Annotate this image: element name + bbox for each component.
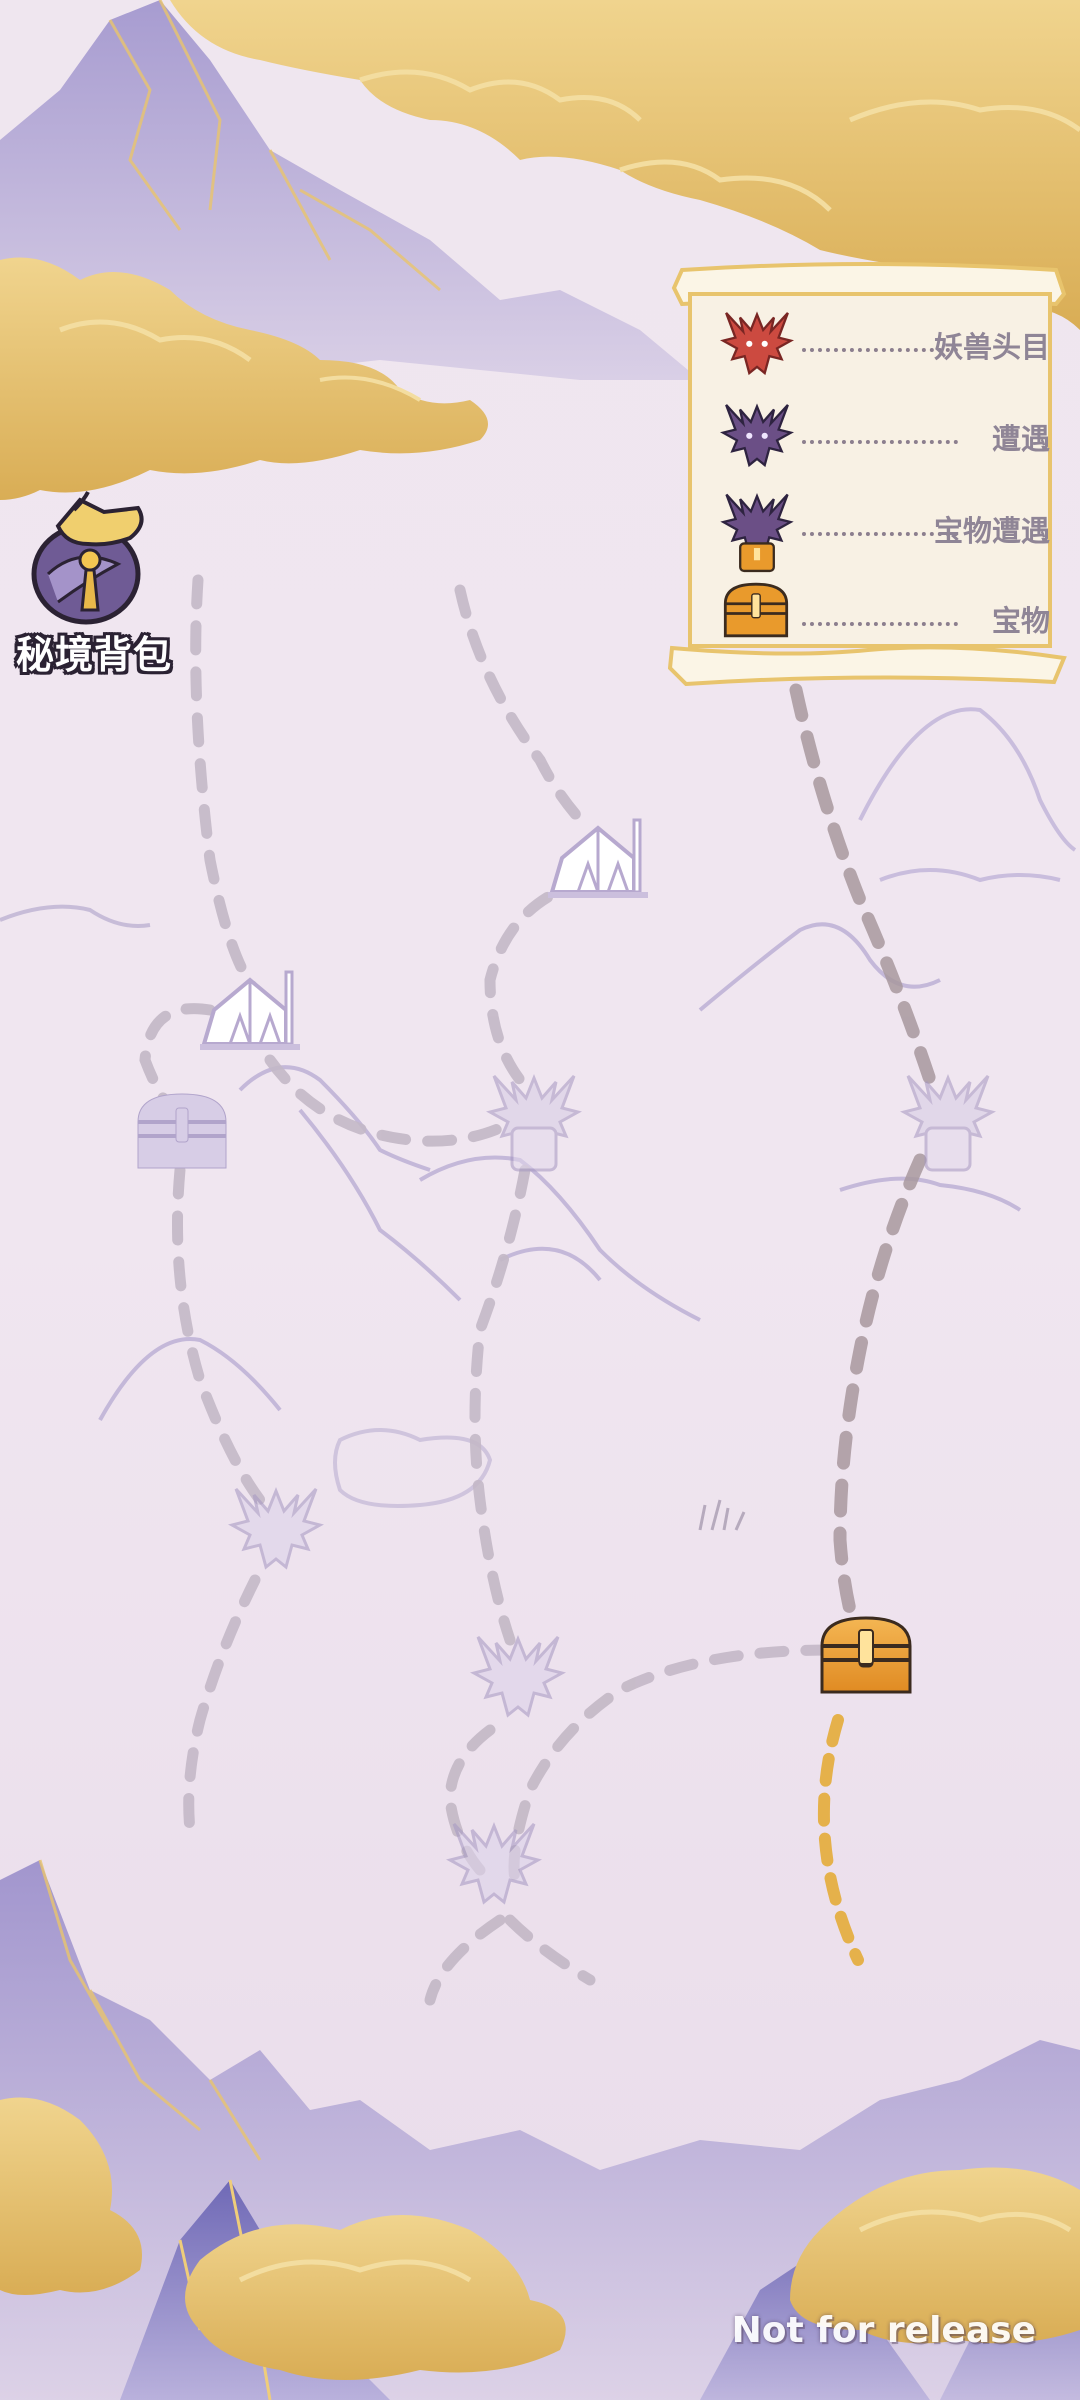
backpack-button[interactable]: 秘境背包: [4, 490, 184, 680]
legend-row-boss: 妖兽头目: [720, 302, 1050, 386]
legend-label-boss: 妖兽头目: [933, 330, 1050, 364]
demon-treasure-encounter-icon: [720, 493, 794, 573]
backpack-label: 秘境背包: [15, 633, 172, 677]
backpack-pouch-icon: [31, 491, 144, 625]
treasure-node-available[interactable]: [820, 1616, 912, 1694]
legend-row-treasure-encounter: 宝物遭遇: [720, 486, 1050, 573]
red-demon-boss-icon: [720, 311, 794, 376]
purple-demon-encounter-icon: [720, 403, 794, 468]
legend-row-encounter: 遭遇: [720, 394, 1050, 478]
watermark-text: Not for release: [731, 2310, 1036, 2351]
map-legend: 妖兽头目 遭遇 宝物遭遇 宝物: [668, 258, 1070, 688]
legend-label-treasure-encounter: 宝物遭遇: [933, 514, 1050, 548]
legend-dots: [802, 440, 958, 444]
treasure-chest-icon: [723, 582, 789, 638]
legend-dots: [802, 622, 958, 626]
legend-label-treasure: 宝物: [991, 604, 1050, 638]
treasure-node-locked[interactable]: [136, 1092, 228, 1170]
legend-row-treasure: 宝物: [720, 576, 1050, 660]
legend-label-encounter: 遭遇: [991, 422, 1050, 456]
